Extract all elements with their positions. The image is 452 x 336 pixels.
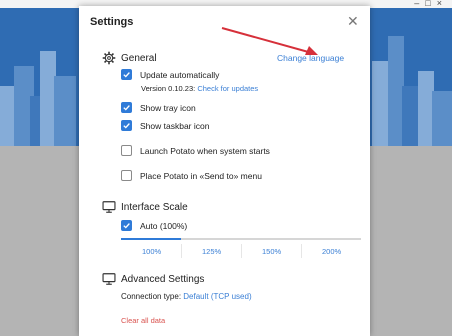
send-to-menu-label: Place Potato in «Send to» menu [140,170,262,181]
show-tray-icon-option[interactable]: Show tray icon [121,101,196,114]
auto-scale-label: Auto (100%) [140,220,188,231]
gear-icon [102,51,116,65]
launch-on-start-label: Launch Potato when system starts [140,145,270,156]
update-automatically-option[interactable]: Update automatically [121,68,219,81]
scale-option-200[interactable]: 200% [322,247,341,256]
auto-scale-checkbox[interactable] [121,220,132,231]
monitor-icon [102,273,116,285]
minimize-icon[interactable]: – [414,0,425,8]
check-for-updates-link[interactable]: Check for updates [197,84,258,93]
monitor-icon [102,201,116,213]
show-taskbar-icon-label: Show taskbar icon [140,120,210,131]
dialog-title: Settings [90,16,134,28]
scale-slider-fill [121,238,181,240]
window-close-icon[interactable]: × [437,0,448,8]
window-controls[interactable]: –□× [414,0,448,8]
version-info: Version 0.10.23: Check for updates [141,84,258,93]
show-tray-icon-checkbox[interactable] [121,102,132,113]
send-to-menu-checkbox[interactable] [121,170,132,181]
checkmark-icon [123,72,130,78]
scale-option-150[interactable]: 150% [262,247,281,256]
scale-divider [241,244,242,258]
version-text: Version 0.10.23: [141,84,196,93]
connection-type-label: Connection type: [121,292,182,301]
checkmark-icon [123,223,130,229]
scale-divider [301,244,302,258]
launch-on-start-checkbox[interactable] [121,145,132,156]
scale-option-125[interactable]: 125% [202,247,221,256]
settings-dialog: Settings ✕ General Change language Updat… [79,6,370,336]
advanced-settings-section-title: Advanced Settings [121,274,205,285]
interface-scale-section-title: Interface Scale [121,202,188,213]
show-tray-icon-label: Show tray icon [140,102,196,113]
close-icon[interactable]: ✕ [347,13,359,30]
send-to-menu-option[interactable]: Place Potato in «Send to» menu [121,169,262,182]
update-automatically-checkbox[interactable] [121,69,132,80]
show-taskbar-icon-option[interactable]: Show taskbar icon [121,119,209,132]
auto-scale-option[interactable]: Auto (100%) [121,219,187,232]
scale-slider-track[interactable] [121,238,361,240]
connection-type-value[interactable]: Default (TCP used) [183,292,251,301]
launch-on-start-option[interactable]: Launch Potato when system starts [121,144,270,157]
scale-option-100[interactable]: 100% [142,247,161,256]
show-taskbar-icon-checkbox[interactable] [121,120,132,131]
checkmark-icon [123,105,130,111]
change-language-link[interactable]: Change language [277,53,344,63]
scale-divider [181,244,182,258]
checkmark-icon [123,123,130,129]
update-automatically-label: Update automatically [140,69,220,80]
maximize-icon[interactable]: □ [425,0,436,8]
clear-all-data-link[interactable]: Clear all data [121,316,165,325]
connection-type-row: Connection type: Default (TCP used) [121,292,252,301]
general-section-title: General [121,53,157,64]
